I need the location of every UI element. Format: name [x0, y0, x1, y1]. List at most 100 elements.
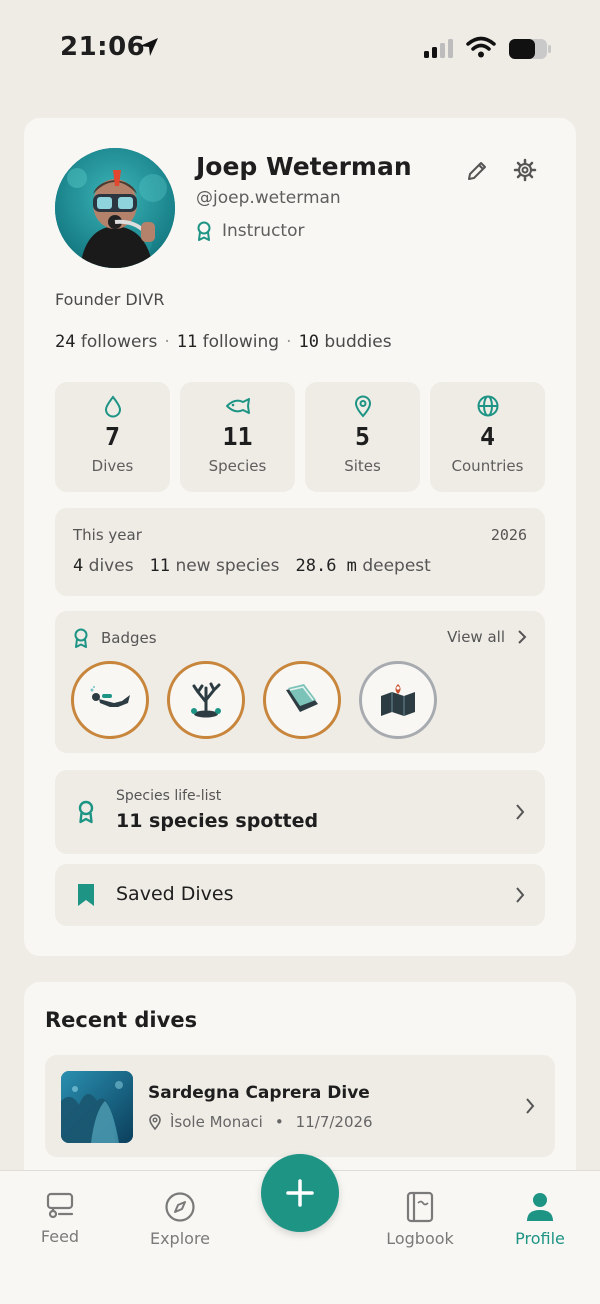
this-year-year: 2026: [490, 526, 527, 544]
chevron-right-icon: [526, 1098, 535, 1114]
nav-feed[interactable]: Feed: [10, 1191, 110, 1246]
stat-label: Sites: [344, 457, 381, 475]
profile-name: Joep Weterman: [196, 152, 412, 181]
battery-icon: [509, 39, 551, 59]
cellular-signal-icon: [424, 39, 453, 58]
badge-diver[interactable]: [71, 661, 149, 739]
this-year-label: This year: [73, 526, 142, 544]
drop-icon: [104, 395, 121, 418]
feed-icon: [46, 1192, 74, 1219]
badge-coral[interactable]: [167, 661, 245, 739]
settings-button[interactable]: [512, 157, 538, 183]
status-bar: 21:06: [0, 0, 600, 96]
stat-label: Dives: [91, 457, 134, 475]
year-species-value: 11: [149, 556, 171, 576]
year-depth-label: deepest: [362, 556, 431, 576]
dive-thumbnail-image: [61, 1071, 133, 1143]
diver-icon: [90, 686, 130, 707]
plus-icon: [286, 1179, 314, 1207]
dive-title: Sardegna Caprera Dive: [148, 1083, 370, 1103]
stat-value: 7: [104, 422, 121, 451]
badges-header: Badges: [73, 628, 157, 648]
badge-map[interactable]: [359, 661, 437, 739]
award-icon: [78, 800, 94, 824]
species-life-list-row[interactable]: Species life-list 11 species spotted: [55, 770, 545, 854]
stat-dives[interactable]: 7 Dives: [55, 382, 170, 492]
logbook-icon: [286, 684, 318, 712]
profile-bio: Founder DIVR: [55, 290, 165, 309]
badges-section: Badges View all: [55, 611, 545, 753]
coral-icon: [191, 682, 221, 718]
logbook-icon: [406, 1191, 434, 1223]
chevron-right-icon: [516, 804, 525, 820]
badge-logbook[interactable]: [263, 661, 341, 739]
recent-dive-item[interactable]: Sardegna Caprera Dive Ìsole Monaci • 11/…: [45, 1055, 555, 1157]
bookmark-icon: [78, 884, 94, 906]
stat-species[interactable]: 11 Species: [180, 382, 295, 492]
dive-thumbnail: [61, 1071, 133, 1143]
following-count: 11: [176, 332, 198, 352]
following-link[interactable]: 11 following: [177, 332, 279, 352]
gear-icon: [513, 158, 537, 182]
chevron-right-icon: [516, 887, 525, 903]
stat-sites[interactable]: 5 Sites: [305, 382, 420, 492]
followers-link[interactable]: 24 followers: [55, 332, 157, 352]
user-icon: [527, 1193, 553, 1221]
stats-grid: 7 Dives 11 Species 5 Sites 4 Countries: [55, 382, 545, 492]
this-year-stats: 4 dives 11 new species 28.6 m deepest: [73, 556, 431, 576]
nav-explore-label: Explore: [149, 1229, 211, 1248]
pin-icon: [354, 395, 371, 418]
wifi-icon: [466, 36, 496, 58]
dive-location: Ìsole Monaci: [170, 1113, 263, 1131]
chevron-right-icon: [518, 630, 527, 644]
map-icon: [381, 684, 415, 716]
stat-value: 5: [354, 422, 371, 451]
recent-dives-title: Recent dives: [45, 1008, 198, 1032]
avatar[interactable]: [55, 148, 175, 268]
year-depth-value: 28.6 m: [295, 556, 357, 576]
role-label: Instructor: [222, 221, 305, 241]
this-year-summary: This year 2026 4 dives 11 new species 28.6…: [55, 508, 545, 596]
followers-count: 24: [55, 332, 76, 352]
year-species-label: new species: [175, 556, 280, 576]
edit-profile-button[interactable]: [464, 158, 490, 184]
fish-icon: [225, 398, 250, 414]
pencil-icon: [468, 162, 486, 180]
year-dives-value: 4: [73, 556, 84, 576]
pin-icon: [149, 1114, 161, 1130]
nav-profile-label: Profile: [515, 1229, 565, 1248]
stat-label: Species: [208, 457, 267, 475]
award-icon: [74, 628, 88, 648]
nav-profile[interactable]: Profile: [490, 1191, 590, 1248]
buddies-count: 10: [298, 332, 319, 352]
nav-explore[interactable]: Explore: [130, 1191, 230, 1248]
dive-meta: Ìsole Monaci • 11/7/2026: [148, 1113, 373, 1131]
badges-title: Badges: [101, 629, 157, 647]
buddies-label: buddies: [324, 332, 392, 352]
nav-logbook-label: Logbook: [386, 1229, 454, 1248]
badges-view-all-link[interactable]: View all: [447, 628, 527, 646]
status-time: 21:06: [60, 32, 146, 62]
life-list-title: 11 species spotted: [116, 810, 319, 832]
stat-countries[interactable]: 4 Countries: [430, 382, 545, 492]
saved-dives-label: Saved Dives: [116, 883, 234, 905]
stat-value: 11: [222, 422, 253, 451]
nav-feed-label: Feed: [40, 1227, 80, 1246]
add-dive-button[interactable]: [261, 1154, 339, 1232]
compass-icon: [165, 1192, 195, 1222]
profile-handle: @joep.weterman: [196, 188, 341, 208]
followers-label: followers: [80, 332, 158, 352]
buddies-link[interactable]: 10 buddies: [298, 332, 391, 352]
view-all-label: View all: [447, 628, 505, 646]
life-list-subtitle: Species life-list: [116, 788, 222, 804]
profile-card: Joep Weterman @joep.weterman Instructor …: [24, 118, 576, 956]
saved-dives-row[interactable]: Saved Dives: [55, 864, 545, 926]
profile-role: Instructor: [196, 221, 304, 241]
award-icon: [197, 221, 211, 241]
nav-logbook[interactable]: Logbook: [370, 1191, 470, 1248]
year-dives-label: dives: [88, 556, 134, 576]
avatar-image: [55, 148, 175, 268]
stat-label: Countries: [451, 457, 524, 475]
globe-icon: [477, 395, 498, 417]
follow-counts: 24 followers · 11 following · 10 buddies: [55, 332, 392, 352]
